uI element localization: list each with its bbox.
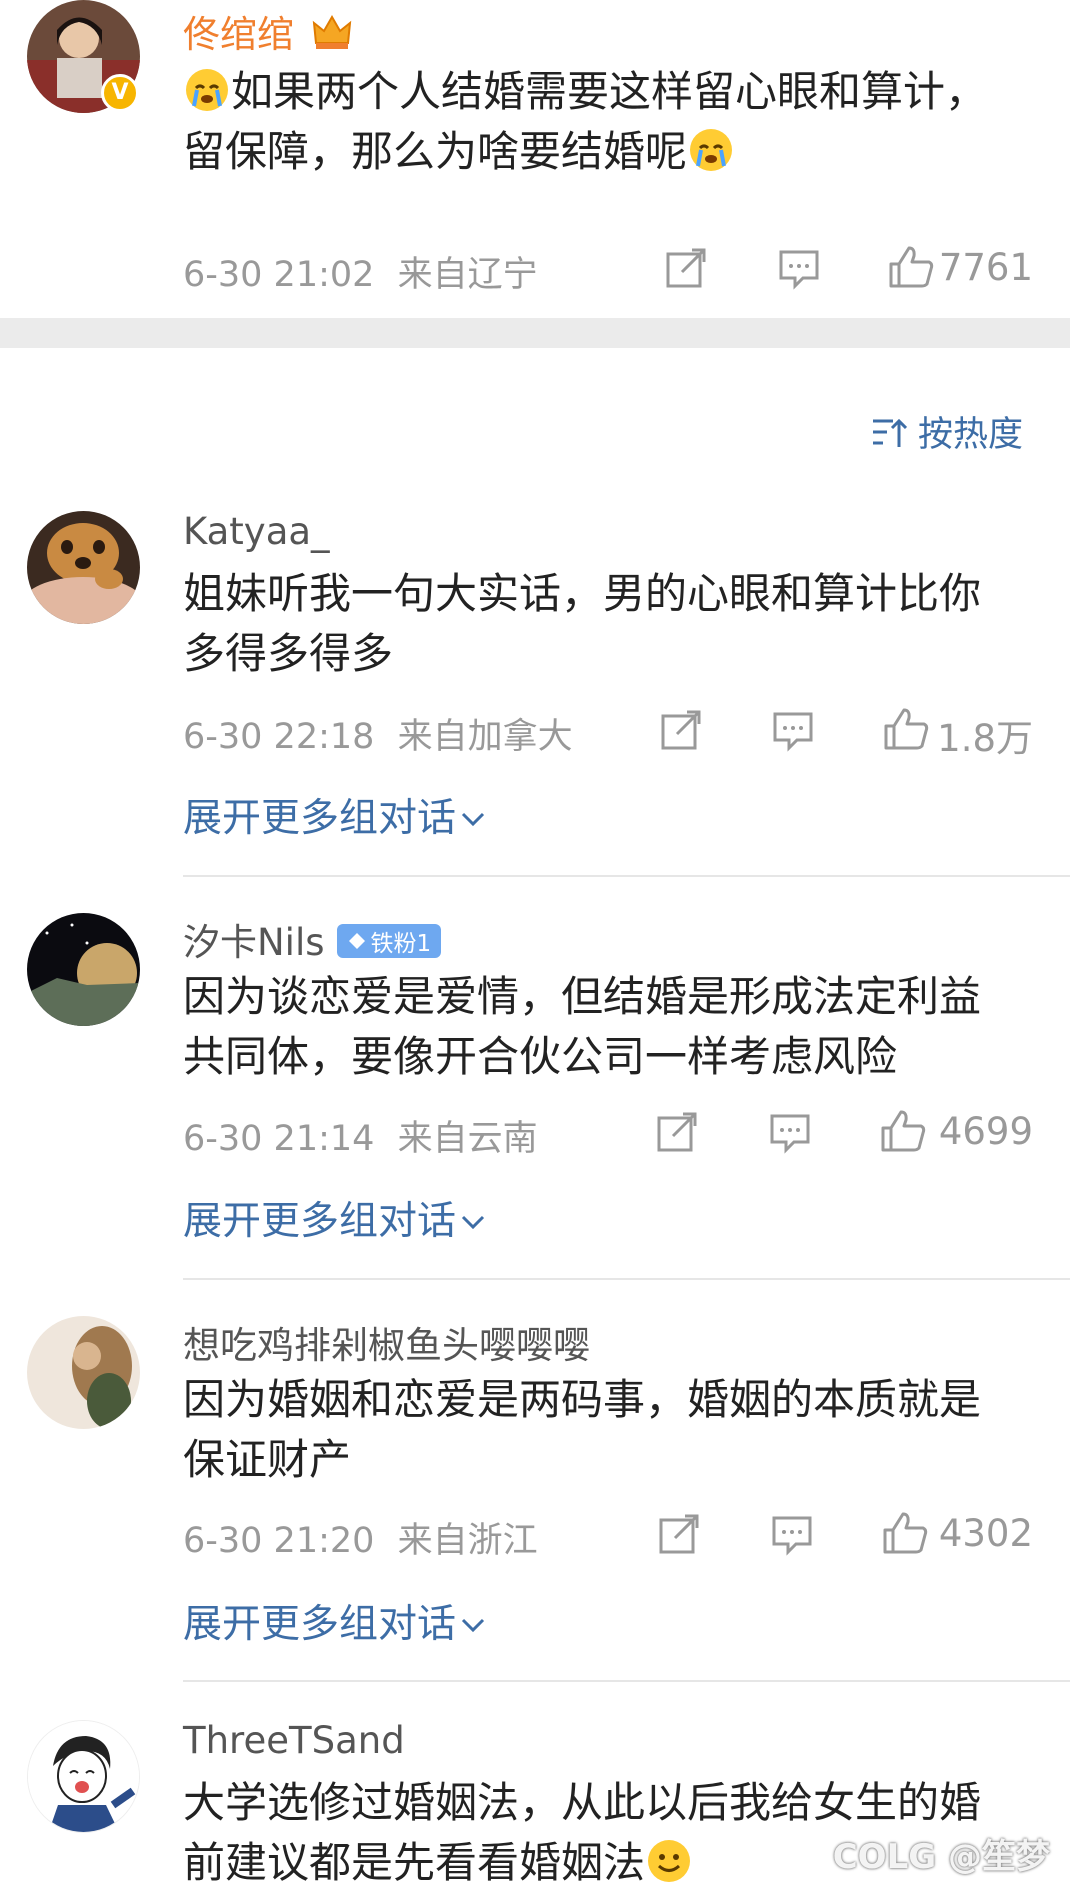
like-icon[interactable] bbox=[887, 244, 935, 290]
sort-label: 按热度 bbox=[917, 415, 1023, 455]
smile-emoji-icon bbox=[648, 1840, 691, 1882]
comment-location: 来自加拿大 bbox=[397, 717, 573, 757]
comment-icon[interactable] bbox=[770, 1512, 814, 1556]
verified-badge-icon: V bbox=[101, 74, 139, 112]
share-icon[interactable] bbox=[655, 1110, 699, 1154]
username[interactable]: 汐卡Nils 铁粉1 bbox=[183, 912, 442, 966]
comment-text: 如果两个人结婚需要这样留心眼和算计，留保障，那么为啥要结婚呢 bbox=[183, 67, 988, 176]
divider bbox=[183, 875, 1070, 877]
share-icon[interactable] bbox=[664, 246, 708, 290]
like-count: 7761 bbox=[938, 246, 1033, 289]
like-icon[interactable] bbox=[882, 706, 930, 752]
comment-meta: 6-30 21:02 来自辽宁 bbox=[183, 246, 538, 297]
fan-badge: 铁粉1 bbox=[336, 924, 442, 958]
avatar[interactable] bbox=[27, 913, 140, 1026]
expand-replies-link[interactable]: 展开更多组对话 bbox=[183, 1190, 486, 1246]
expand-label: 展开更多组对话 bbox=[183, 796, 457, 841]
expand-label: 展开更多组对话 bbox=[183, 1199, 457, 1244]
avatar[interactable] bbox=[27, 1720, 140, 1833]
badge-label: 铁粉1 bbox=[370, 931, 432, 957]
divider bbox=[183, 1278, 1070, 1280]
comment-icon[interactable] bbox=[768, 1110, 812, 1154]
divider bbox=[183, 1680, 1070, 1682]
username[interactable]: ThreeTSand bbox=[183, 1719, 405, 1762]
chevron-down-icon bbox=[461, 1215, 485, 1230]
like-count: 4302 bbox=[938, 1512, 1033, 1555]
comment-location: 来自浙江 bbox=[397, 1521, 538, 1561]
diamond-icon bbox=[348, 933, 365, 949]
comment-meta: 6-30 22:18 来自加拿大 bbox=[183, 708, 573, 759]
watermark: COLG @笙梦 bbox=[832, 1837, 1050, 1877]
like-icon[interactable] bbox=[879, 1108, 927, 1154]
comment-icon[interactable] bbox=[777, 246, 821, 290]
share-icon[interactable] bbox=[657, 1512, 701, 1556]
comment-text: 姐妹听我一句大实话，男的心眼和算计比你多得多得多 bbox=[183, 569, 982, 678]
username[interactable]: 想吃鸡排剁椒鱼头嘤嘤嘤 bbox=[183, 1315, 590, 1369]
vip-crown-icon bbox=[312, 14, 351, 49]
comment-icon[interactable] bbox=[771, 708, 815, 752]
share-icon[interactable] bbox=[659, 708, 703, 752]
username[interactable]: 佟绾绾 bbox=[183, 4, 354, 58]
username-text: 汐卡Nils bbox=[183, 921, 325, 964]
like-count: 4699 bbox=[938, 1110, 1033, 1153]
crying-emoji-icon bbox=[186, 69, 228, 111]
expand-label: 展开更多组对话 bbox=[183, 1602, 457, 1647]
comment-text: 因为谈恋爱是爱情，但结婚是形成法定利益共同体，要像开合伙公司一样考虑风险 bbox=[183, 972, 982, 1081]
chevron-down-icon bbox=[461, 812, 485, 827]
comment-text: 因为婚姻和恋爱是两码事，婚姻的本质就是保证财产 bbox=[183, 1375, 982, 1484]
like-icon[interactable] bbox=[881, 1510, 929, 1556]
section-separator bbox=[0, 318, 1070, 348]
comment-time: 6-30 21:20 bbox=[183, 1521, 375, 1561]
username[interactable]: Katyaa_ bbox=[183, 510, 330, 553]
comment-time: 6-30 21:02 bbox=[183, 255, 375, 295]
comment-meta: 6-30 21:20 来自浙江 bbox=[183, 1512, 538, 1563]
comment-location: 来自辽宁 bbox=[397, 255, 538, 295]
avatar[interactable] bbox=[27, 511, 140, 624]
sort-icon bbox=[872, 418, 907, 447]
sort-button[interactable]: 按热度 bbox=[871, 406, 1023, 457]
comment-time: 6-30 21:14 bbox=[183, 1119, 375, 1159]
expand-replies-link[interactable]: 展开更多组对话 bbox=[183, 1593, 486, 1649]
comment-meta: 6-30 21:14 来自云南 bbox=[183, 1110, 538, 1161]
expand-replies-link[interactable]: 展开更多组对话 bbox=[183, 787, 486, 843]
like-count: 1.8万 bbox=[937, 717, 1033, 760]
comment-location: 来自云南 bbox=[397, 1119, 538, 1159]
avatar[interactable] bbox=[27, 1316, 140, 1429]
comment-time: 6-30 22:18 bbox=[183, 717, 375, 757]
chevron-down-icon bbox=[461, 1618, 485, 1633]
crying-emoji-icon bbox=[690, 129, 733, 171]
